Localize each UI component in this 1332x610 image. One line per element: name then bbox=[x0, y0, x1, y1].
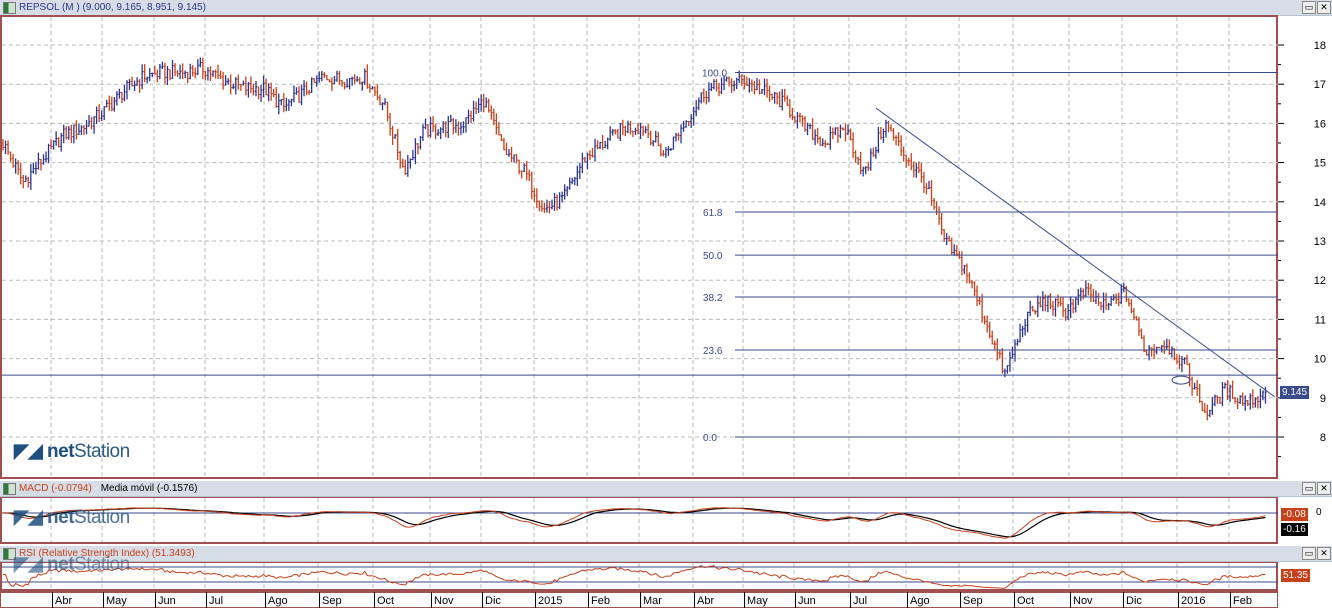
y-tick-label: 18 bbox=[1314, 40, 1326, 52]
macd-chart[interactable] bbox=[0, 497, 1332, 545]
x-tick-label: Feb bbox=[1230, 592, 1252, 608]
last-price-tag: 9.145 bbox=[1280, 386, 1310, 399]
x-tick-label: Nov bbox=[1070, 592, 1093, 608]
x-tick-label: Sep bbox=[960, 592, 983, 608]
x-tick-label: Ago bbox=[907, 592, 930, 608]
x-tick-label: Sep bbox=[319, 592, 342, 608]
netstation-logo: ◤◢ netStation bbox=[14, 441, 130, 462]
y-tick-label: 12 bbox=[1314, 275, 1326, 287]
fibonacci-label: 50.0 bbox=[703, 251, 723, 262]
y-tick-label: 16 bbox=[1314, 118, 1326, 130]
x-tick-label: Oct bbox=[1014, 592, 1034, 608]
y-tick-label: 13 bbox=[1314, 236, 1326, 248]
netstation-logo: ◤◢ netStation bbox=[14, 507, 130, 528]
macd-ma-title: Media móvil (-0.1576) bbox=[100, 483, 198, 494]
y-tick-label: 9 bbox=[1320, 393, 1326, 405]
fibonacci-label: 38.2 bbox=[703, 293, 723, 304]
macd-panel-header: MACD (-0.0794) - Media móvil (-0.1576) ▭… bbox=[0, 481, 1332, 497]
x-tick-label: Ago bbox=[265, 592, 288, 608]
macd-title: MACD (-0.0794) bbox=[19, 483, 92, 494]
panel-icon bbox=[3, 2, 16, 14]
x-tick-label: Abr bbox=[694, 592, 714, 608]
fibonacci-label: 23.6 bbox=[703, 346, 723, 357]
rsi-chart[interactable] bbox=[0, 562, 1332, 592]
maximize-button[interactable]: ▭ bbox=[1302, 1, 1316, 14]
x-tick-label: Abr bbox=[52, 592, 72, 608]
macd-value-tag: -0.08 bbox=[1281, 508, 1308, 521]
close-button[interactable]: ✕ bbox=[1317, 482, 1331, 495]
x-tick-label: Jul bbox=[850, 592, 867, 608]
x-tick-label: Nov bbox=[431, 592, 454, 608]
main-panel-title: REPSOL (M ) (9.000, 9.165, 8.951, 9.145) bbox=[19, 2, 206, 13]
y-tick-label: 10 bbox=[1314, 354, 1326, 366]
x-tick-label: Jun bbox=[155, 592, 176, 608]
panel-icon bbox=[3, 483, 16, 495]
x-tick-label: Mar bbox=[640, 592, 662, 608]
maximize-button[interactable]: ▭ bbox=[1302, 482, 1316, 495]
netstation-logo: ◤◢ netStation bbox=[14, 554, 130, 575]
y-tick-label: 17 bbox=[1314, 79, 1326, 91]
macd-zero-label: 0 bbox=[1316, 507, 1322, 518]
plot-frame bbox=[0, 15, 1278, 479]
x-tick-label: May bbox=[103, 592, 127, 608]
price-chart[interactable]: 18 17 16 15 14 13 12 11 10 9 8 100.0 61.8 50.0 38.2 23.… bbox=[0, 15, 1332, 480]
maximize-button[interactable]: ▭ bbox=[1302, 547, 1316, 560]
x-tick-label: 2016 bbox=[1178, 592, 1205, 608]
x-tick-label: Dic bbox=[482, 592, 501, 608]
rsi-value-tag: 51.35 bbox=[1281, 569, 1311, 582]
y-tick-label: 15 bbox=[1314, 158, 1326, 170]
x-tick-label: Oct bbox=[374, 592, 394, 608]
fibonacci-label: 61.8 bbox=[703, 208, 723, 219]
title-separator: - bbox=[91, 483, 101, 494]
rsi-panel-header: RSI (Relative Strength Index) (51.3493) … bbox=[0, 546, 1332, 562]
main-panel-header: REPSOL (M ) (9.000, 9.165, 8.951, 9.145)… bbox=[0, 0, 1332, 16]
x-tick-label: 2015 bbox=[535, 592, 562, 608]
x-tick-label: Dic bbox=[1123, 592, 1142, 608]
x-tick-label: Jul bbox=[206, 592, 223, 608]
signal-value-tag: -0.16 bbox=[1281, 523, 1308, 536]
y-tick-label: 8 bbox=[1320, 432, 1326, 444]
close-button[interactable]: ✕ bbox=[1317, 1, 1331, 14]
y-tick-label: 11 bbox=[1315, 314, 1326, 326]
close-button[interactable]: ✕ bbox=[1317, 547, 1331, 560]
fibonacci-label: 100.0 bbox=[702, 68, 727, 79]
x-tick-label: Jun bbox=[795, 592, 816, 608]
y-tick-label: 14 bbox=[1314, 197, 1326, 209]
fibonacci-label: 0.0 bbox=[703, 433, 717, 444]
x-tick-label: Feb bbox=[588, 592, 610, 608]
x-tick-label: May bbox=[744, 592, 768, 608]
